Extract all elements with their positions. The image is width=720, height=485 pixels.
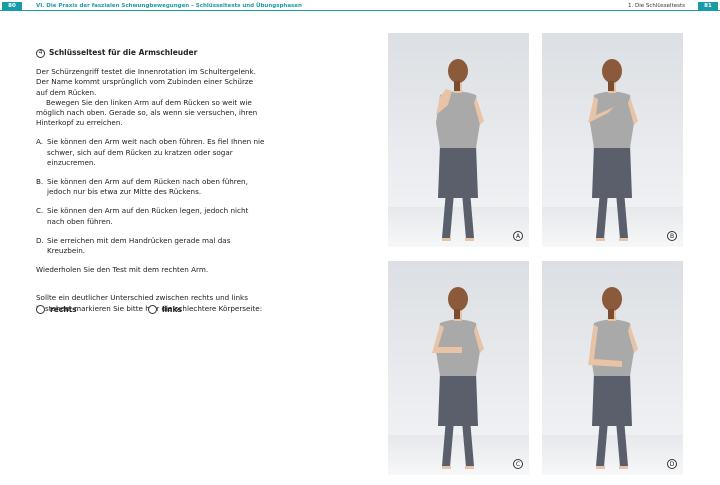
left-running-title: VI. Die Praxis der faszialen Schwungbewe… bbox=[36, 3, 302, 9]
option-key: D. bbox=[36, 235, 44, 245]
option-key: C. bbox=[36, 206, 44, 216]
option-item: D. Sie erreichen mit dem Handrücken gera… bbox=[36, 236, 266, 256]
section-heading: 4 Schlüsseltest für die Armschleuder bbox=[36, 48, 266, 58]
section-title: Schlüsseltest für die Armschleuder bbox=[49, 48, 198, 57]
test-text-column: 4 Schlüsseltest für die Armschleuder Der… bbox=[36, 48, 266, 314]
photo-label-a: A bbox=[513, 231, 523, 241]
right-page-number: 81 bbox=[698, 2, 718, 11]
photo-label-d: D bbox=[667, 459, 677, 469]
radio-circle-rechts[interactable] bbox=[36, 305, 45, 314]
woman-back-figure-a bbox=[436, 59, 484, 241]
photo-b: B bbox=[542, 33, 683, 247]
choice-label-rechts: rechts bbox=[50, 305, 77, 314]
photo-label-c: C bbox=[513, 459, 523, 469]
option-key: A. bbox=[36, 137, 44, 147]
intro-paragraph: Der Schürzengriff testet die Innenrotati… bbox=[36, 67, 256, 97]
choice-rechts[interactable]: rechts bbox=[36, 305, 77, 314]
repeat-instruction: Wiederholen Sie den Test mit dem rechten… bbox=[36, 265, 209, 275]
instruction-paragraph: Bewegen Sie den linken Arm auf dem Rücke… bbox=[36, 97, 258, 128]
photo-d: D bbox=[542, 261, 683, 475]
photo-a: A bbox=[388, 33, 529, 247]
choice-label-links: links bbox=[162, 305, 182, 314]
option-item: B. Sie können den Arm auf dem Rücken nac… bbox=[36, 177, 266, 197]
woman-back-figure-b bbox=[588, 59, 638, 241]
woman-back-figure-d bbox=[588, 287, 638, 469]
section-number-badge: 4 bbox=[36, 48, 45, 58]
woman-back-figure-c bbox=[432, 287, 484, 469]
left-page-number: 80 bbox=[2, 2, 22, 11]
radio-circle-links[interactable] bbox=[148, 305, 157, 314]
option-text: Sie können den Arm auf den Rücken legen,… bbox=[47, 206, 249, 226]
option-item: A. Sie können den Arm weit nach oben füh… bbox=[36, 137, 266, 168]
running-header: 80 VI. Die Praxis der faszialen Schwungb… bbox=[0, 0, 720, 12]
option-item: C. Sie können den Arm auf den Rücken leg… bbox=[36, 206, 266, 226]
photo-label-b: B bbox=[667, 231, 677, 241]
option-text: Sie können den Arm auf dem Rücken nach o… bbox=[47, 177, 248, 197]
option-key: B. bbox=[36, 177, 44, 187]
right-running-title: 1. Die Schlüsseltests bbox=[628, 3, 685, 9]
photo-c: C bbox=[388, 261, 529, 475]
header-rule bbox=[0, 10, 720, 11]
option-text: Sie können den Arm weit nach oben führen… bbox=[47, 137, 265, 167]
option-text: Sie erreichen mit dem Handrücken gerade … bbox=[47, 235, 231, 256]
choice-links[interactable]: links bbox=[148, 305, 182, 314]
